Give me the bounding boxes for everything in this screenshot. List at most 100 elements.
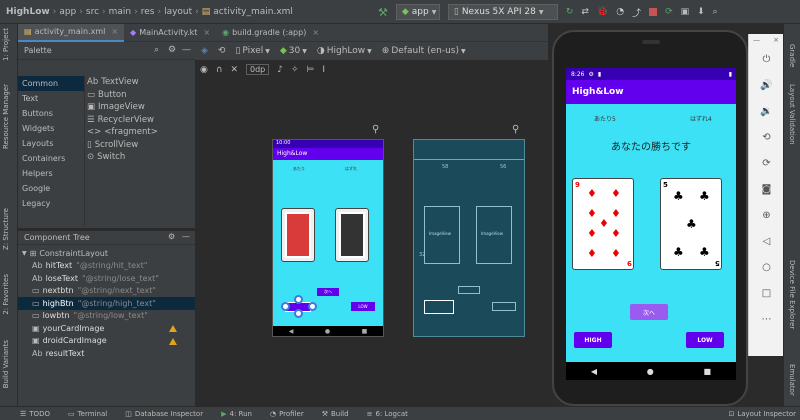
camera-icon[interactable]: ◙ xyxy=(749,176,784,202)
tool-structure[interactable]: Z: Structure xyxy=(2,208,10,250)
blueprint-preview[interactable]: 58 56 ImageView ImageView 32 xyxy=(413,139,525,337)
tree-row-hittext[interactable]: Ab hitText "@string/hit_text" xyxy=(18,260,195,273)
emu-next-button[interactable]: 次へ xyxy=(630,304,668,320)
breadcrumb-res[interactable]: res xyxy=(141,7,155,17)
palette-item-recyclerview[interactable]: ☰ RecyclerView xyxy=(85,114,195,127)
stop-icon[interactable] xyxy=(649,8,658,16)
tool-build-variants[interactable]: Build Variants xyxy=(2,340,10,388)
more-icon[interactable]: ⋯ xyxy=(749,306,784,332)
resize-handle-icon[interactable]: ⚲ xyxy=(512,124,519,135)
emu-your-card[interactable]: 9 9 ♦ ♦ ♦ ♦ ♦ ♦ ♦ ♦ ♦ xyxy=(572,178,634,270)
rerun-icon[interactable]: ↻ xyxy=(566,7,574,17)
warning-icon[interactable] xyxy=(169,325,177,332)
tool-todo[interactable]: ☰ TODO xyxy=(20,410,50,418)
breadcrumb-project[interactable]: HighLow xyxy=(6,7,50,17)
breadcrumb-file[interactable]: activity_main.xml xyxy=(213,7,293,17)
tool-device-file-explorer[interactable]: Device File Explorer xyxy=(788,260,796,329)
tool-gradle[interactable]: Gradle xyxy=(788,44,796,67)
tool-layout-inspector[interactable]: ⊡ Layout Inspector xyxy=(728,410,796,418)
rotate-right-icon[interactable]: ⟳ xyxy=(749,150,784,176)
palette-category-common[interactable]: Common xyxy=(18,76,84,91)
palette-category-layouts[interactable]: Layouts xyxy=(18,136,84,151)
locale-dropdown[interactable]: ⊕ Default (en-us) ▼ xyxy=(382,46,466,56)
home-icon[interactable]: ○ xyxy=(749,254,784,280)
tree-row-droidcardimage[interactable]: ▣ droidCardImage xyxy=(18,335,195,348)
warning-icon[interactable] xyxy=(169,337,177,345)
close-icon[interactable]: × xyxy=(203,28,210,37)
gear-icon[interactable]: ⚙ xyxy=(168,45,176,55)
tool-database-inspector[interactable]: ◫ Database Inspector xyxy=(125,410,203,418)
home-icon[interactable]: ● xyxy=(647,367,654,376)
preview-droid-card[interactable] xyxy=(335,208,369,262)
sync-icon[interactable]: ⟳ xyxy=(665,7,673,17)
recents-icon[interactable]: ■ xyxy=(704,367,712,376)
palette-item-textview[interactable]: Ab TextView xyxy=(85,76,195,89)
tool-resource-manager[interactable]: Resource Manager xyxy=(2,84,10,149)
eye-icon[interactable]: ◉ xyxy=(200,65,208,75)
preview-next-button[interactable]: 次へ xyxy=(317,288,339,296)
breadcrumb-layout[interactable]: layout xyxy=(164,7,192,17)
apply-changes-icon[interactable]: ⇄ xyxy=(581,7,589,17)
blueprint-imageview-left[interactable]: ImageView xyxy=(424,206,460,264)
minimize-icon[interactable]: — xyxy=(182,45,191,55)
tool-build[interactable]: ⚒ Build xyxy=(322,410,349,418)
layers-icon[interactable]: ◈ xyxy=(201,46,208,56)
back-icon[interactable]: ◀ xyxy=(591,367,597,376)
preview-your-card[interactable] xyxy=(281,208,315,262)
api-dropdown[interactable]: ◆ 30 ▼ xyxy=(280,46,307,56)
palette-item-imageview[interactable]: ▣ ImageView xyxy=(85,101,195,114)
tree-row-nextbtn[interactable]: ▭ nextbtn "@string/next_text" xyxy=(18,285,195,298)
tool-profiler[interactable]: ◔ Profiler xyxy=(270,410,304,418)
align-icon[interactable]: ⊨ xyxy=(307,65,315,75)
sdk-manager-icon[interactable]: ⬇ xyxy=(697,7,705,17)
tree-row-resulttext[interactable]: Ab resultText xyxy=(18,347,195,360)
debug-icon[interactable]: 🐞 xyxy=(597,7,608,17)
palette-category-buttons[interactable]: Buttons xyxy=(18,106,84,121)
blueprint-imageview-right[interactable]: ImageView xyxy=(476,206,512,264)
tab-main-activity[interactable]: ◆ MainActivity.kt × xyxy=(124,24,216,42)
blueprint-high-button[interactable] xyxy=(424,300,454,314)
tool-logcat[interactable]: ≡ 6: Logcat xyxy=(367,410,408,418)
palette-item-switch[interactable]: ⊙ Switch xyxy=(85,151,195,164)
volume-down-icon[interactable]: 🔉 xyxy=(749,98,784,124)
attach-icon[interactable]: ⤴ xyxy=(632,6,641,19)
palette-category-text[interactable]: Text xyxy=(18,91,84,106)
preview-high-button-selected[interactable] xyxy=(281,295,317,318)
profile-icon[interactable]: ◔ xyxy=(616,7,624,17)
minimize-icon[interactable]: — xyxy=(753,36,760,44)
tool-favorites[interactable]: 2: Favorites xyxy=(2,274,10,315)
minimize-icon[interactable]: — xyxy=(182,232,190,241)
guidelines-icon[interactable]: I xyxy=(322,65,325,75)
breadcrumb-src[interactable]: src xyxy=(86,7,99,17)
tool-layout-validation[interactable]: Layout Validation xyxy=(788,84,796,145)
tree-row-losetext[interactable]: Ab loseText "@string/lose_text" xyxy=(18,272,195,285)
avd-manager-icon[interactable]: ▣ xyxy=(681,7,690,17)
tab-build-gradle[interactable]: ◉ build.gradle (:app) × xyxy=(216,24,325,42)
tool-run[interactable]: ▶ 4: Run xyxy=(221,410,252,418)
emu-low-button[interactable]: LOW xyxy=(686,332,724,348)
resize-handle-icon[interactable]: ⚲ xyxy=(372,124,379,135)
tree-row-yourcardimage[interactable]: ▣ yourCardImage xyxy=(18,322,195,335)
tree-row-highbtn[interactable]: ▭ highBtn "@string/high_text" xyxy=(18,297,195,310)
emulator-screen[interactable]: 8:26 ⚙ ▮ ▮ High&Low あたり5 はずれ4 あなたの勝ちです 9… xyxy=(566,68,736,380)
close-icon[interactable]: × xyxy=(111,27,118,36)
close-icon[interactable]: × xyxy=(312,28,319,37)
tree-root[interactable]: ▼ ⊞ ConstraintLayout xyxy=(18,247,195,260)
run-config-select[interactable]: ◆ app ▼ xyxy=(395,4,440,20)
volume-up-icon[interactable]: 🔊 xyxy=(749,72,784,98)
rotate-left-icon[interactable]: ⟲ xyxy=(749,124,784,150)
preview-low-button[interactable]: LOW xyxy=(351,302,375,311)
zoom-icon[interactable]: ⊕ xyxy=(749,202,784,228)
orientation-icon[interactable]: ⟲ xyxy=(218,46,226,56)
breadcrumb-app[interactable]: app xyxy=(59,7,76,17)
clear-constraints-icon[interactable]: ✕ xyxy=(230,65,238,75)
gear-icon[interactable]: ⚙ xyxy=(168,232,175,241)
breadcrumb-main[interactable]: main xyxy=(109,7,132,17)
tab-activity-main[interactable]: ▤ activity_main.xml × xyxy=(18,23,125,42)
palette-category-containers[interactable]: Containers xyxy=(18,151,84,166)
palette-category-google[interactable]: Google xyxy=(18,181,84,196)
overview-icon[interactable]: □ xyxy=(749,280,784,306)
tool-terminal[interactable]: ▭ Terminal xyxy=(68,410,107,418)
palette-item-fragment[interactable]: <> <fragment> xyxy=(85,126,195,139)
tree-row-lowbtn[interactable]: ▭ lowbtn "@string/low_text" xyxy=(18,310,195,323)
